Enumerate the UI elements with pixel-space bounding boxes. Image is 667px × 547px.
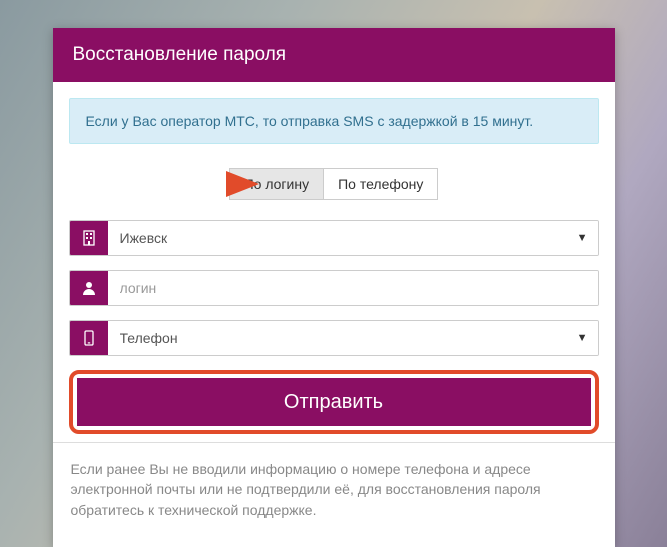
tab-by-phone[interactable]: По телефону	[323, 168, 438, 200]
city-select-wrap: Ижевск ▼	[108, 221, 598, 255]
city-field-row: Ижевск ▼	[69, 220, 599, 256]
city-select[interactable]: Ижевск	[108, 221, 598, 255]
info-text: Если у Вас оператор МТС, то отправка SMS…	[86, 113, 534, 129]
footer-text: Если ранее Вы не вводили информацию о но…	[71, 461, 541, 518]
panel-title: Восстановление пароля	[73, 44, 287, 65]
login-input-wrap	[108, 271, 598, 305]
submit-button[interactable]: Отправить	[77, 378, 591, 426]
panel-body: Если у Вас оператор МТС, то отправка SMS…	[53, 82, 615, 442]
phone-icon	[70, 321, 108, 355]
panel-header: Восстановление пароля	[53, 28, 615, 82]
tab-row: По логину По телефону	[69, 166, 599, 202]
phone-field-row: Телефон ▼	[69, 320, 599, 356]
login-input[interactable]	[108, 271, 598, 305]
user-icon	[70, 271, 108, 305]
tab-by-phone-label: По телефону	[338, 176, 423, 192]
panel-footer: Если ранее Вы не вводили информацию о но…	[53, 442, 615, 540]
submit-label: Отправить	[284, 391, 383, 413]
phone-select[interactable]: Телефон	[108, 321, 598, 355]
password-recovery-panel: Восстановление пароля Если у Вас операто…	[53, 28, 615, 547]
arrow-icon	[111, 168, 261, 205]
info-alert: Если у Вас оператор МТС, то отправка SMS…	[69, 98, 599, 144]
login-field-row	[69, 270, 599, 306]
submit-highlight: Отправить	[69, 370, 599, 434]
building-icon	[70, 221, 108, 255]
phone-select-wrap: Телефон ▼	[108, 321, 598, 355]
